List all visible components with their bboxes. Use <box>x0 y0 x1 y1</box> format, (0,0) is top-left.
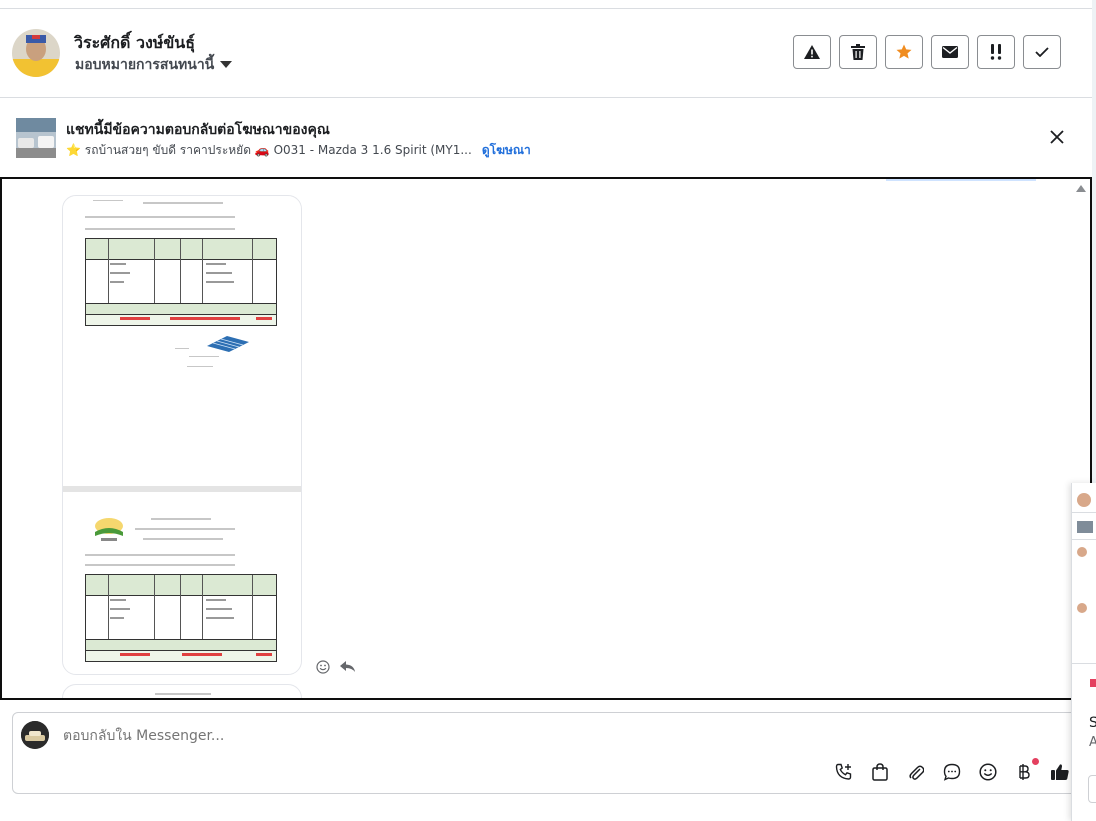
assign-conversation-dropdown[interactable]: มอบหมายการสนทนานี้ <box>75 54 233 76</box>
company-logo <box>95 518 123 541</box>
saved-replies-button[interactable] <box>941 761 963 783</box>
star-icon <box>896 44 912 59</box>
contact-name[interactable]: วิระศักดิ์ วงษ์ขันธุ์ <box>74 31 195 56</box>
notification-dot <box>1032 758 1039 765</box>
envelope-icon <box>942 46 958 58</box>
document-page-2 <box>63 492 301 674</box>
follow-up-button[interactable] <box>977 35 1015 69</box>
payment-button[interactable] <box>1013 758 1039 783</box>
peek-button[interactable] <box>1088 775 1096 803</box>
image-attachment-message-2[interactable] <box>62 684 302 698</box>
smiley-reaction-icon[interactable] <box>316 660 330 674</box>
double-exclamation-icon <box>990 44 1002 60</box>
chat-bubble-icon <box>943 763 961 781</box>
close-icon[interactable] <box>1048 128 1066 146</box>
shopping-bag-icon <box>872 763 888 781</box>
peek-avatar-3 <box>1077 603 1087 613</box>
ad-thumbnail <box>16 118 56 158</box>
phone-plus-icon <box>835 763 852 780</box>
page-avatar <box>21 721 49 749</box>
caret-down-icon <box>220 61 233 68</box>
thumbs-up-icon <box>1051 764 1069 780</box>
document-table <box>85 238 277 326</box>
image-attachment-message[interactable] <box>62 195 302 675</box>
like-button[interactable] <box>1049 761 1071 783</box>
view-ad-link[interactable]: ดูโฆษณา <box>482 143 531 157</box>
warning-icon <box>804 45 820 59</box>
paperclip-icon <box>909 765 924 780</box>
peek-avatar-2 <box>1077 547 1087 557</box>
assign-label: มอบหมายการสนทนานี้ <box>75 57 215 73</box>
delete-button[interactable] <box>839 35 877 69</box>
shop-button[interactable] <box>869 761 891 783</box>
reply-input[interactable] <box>61 727 765 745</box>
conversation-actions <box>793 35 1061 69</box>
message-reactions <box>316 660 356 674</box>
trash-icon <box>851 44 865 60</box>
ad-banner-subtitle: ⭐ รถบ้านสวยๆ ขับดี ราคาประหยัด 🚗 O031 - … <box>66 141 531 160</box>
attach-button[interactable] <box>905 761 927 783</box>
mark-spam-button[interactable] <box>793 35 831 69</box>
ad-banner-title: แชทนี้มีข้อความตอบกลับต่อโฆษณาของคุณ <box>66 122 330 138</box>
call-button[interactable] <box>833 761 855 783</box>
document-page-1 <box>63 196 301 486</box>
ad-name: ⭐ รถบ้านสวยๆ ขับดี ราคาประหยัด 🚗 O031 - … <box>66 143 472 157</box>
ad-reply-banner: แชทนี้มีข้อความตอบกลับต่อโฆษณาของคุณ ⭐ ร… <box>0 98 1092 176</box>
document-table-2 <box>85 574 277 662</box>
composer-toolbar <box>833 758 1071 783</box>
scroll-up-arrow-icon[interactable] <box>1076 185 1086 192</box>
solar-panel-logo <box>207 336 249 352</box>
peek-badge <box>1090 679 1096 687</box>
selection-indicator <box>886 179 1036 181</box>
message-thread[interactable] <box>0 177 1092 700</box>
peek-thumbnail <box>1077 521 1093 533</box>
star-button[interactable] <box>885 35 923 69</box>
side-chat-panel[interactable]: S A <box>1071 483 1096 821</box>
peek-avatar-1 <box>1077 493 1091 507</box>
contact-avatar[interactable] <box>12 29 60 77</box>
conversation-header: วิระศักดิ์ วงษ์ขันธุ์ มอบหมายการสนทนานี้ <box>0 9 1092 98</box>
peek-letter-1: S <box>1089 715 1096 731</box>
reply-arrow-icon[interactable] <box>340 661 356 673</box>
emoji-button[interactable] <box>977 761 999 783</box>
mark-unread-button[interactable] <box>931 35 969 69</box>
baht-icon <box>1019 764 1030 780</box>
mark-done-button[interactable] <box>1023 35 1061 69</box>
check-icon <box>1035 47 1049 57</box>
inbox-conversation-view: วิระศักดิ์ วงษ์ขันธุ์ มอบหมายการสนทนานี้ <box>0 0 1092 821</box>
message-composer <box>12 712 1092 794</box>
emoji-icon <box>979 763 997 781</box>
peek-letter-2: A <box>1089 735 1096 750</box>
